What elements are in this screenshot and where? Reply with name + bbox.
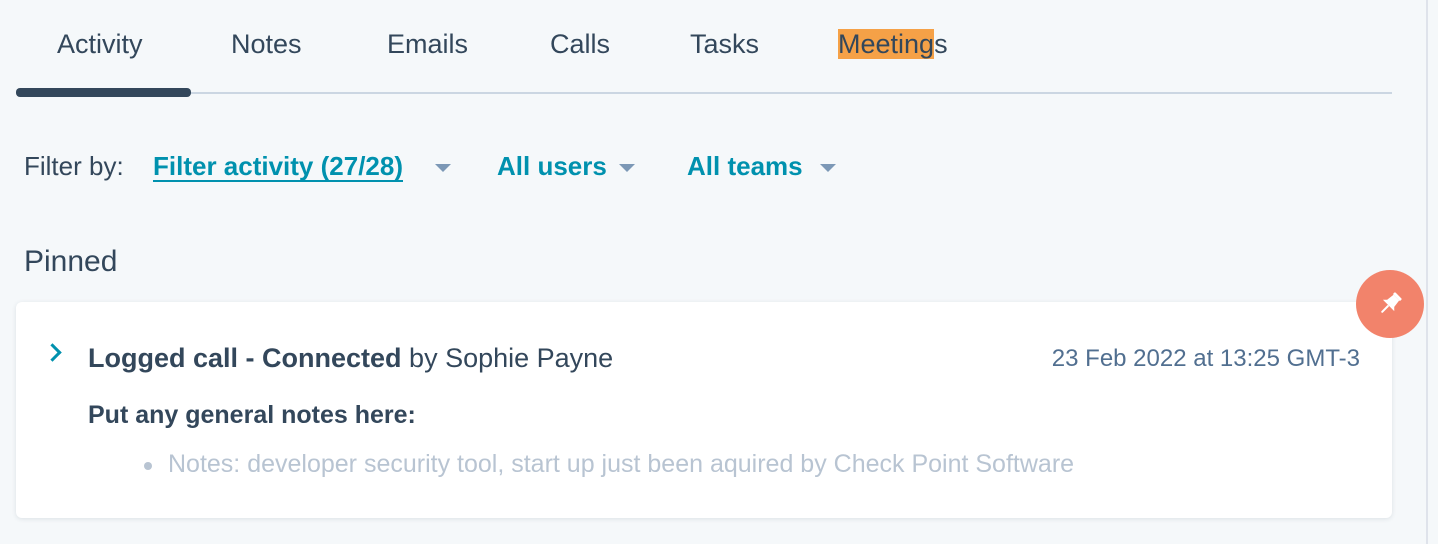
filter-activity-dropdown[interactable]: Filter activity (27/28)	[153, 146, 403, 186]
tab-calls[interactable]: Calls	[550, 26, 610, 62]
tabs-baseline	[16, 92, 1392, 94]
card-notes-heading: Put any general notes here:	[88, 401, 416, 429]
chevron-down-icon[interactable]	[820, 164, 836, 172]
active-tab-indicator	[16, 88, 191, 97]
chevron-right-icon[interactable]	[43, 343, 62, 362]
tab-tasks[interactable]: Tasks	[690, 26, 759, 62]
search-highlight: Meeting	[838, 29, 935, 59]
pinned-activity-card: Logged call - Connected by Sophie Payne …	[16, 302, 1392, 518]
card-title[interactable]: Logged call - Connected by Sophie Payne	[88, 340, 613, 376]
chevron-down-icon[interactable]	[619, 164, 635, 172]
tab-meetings[interactable]: Meetings	[838, 26, 948, 62]
pin-button[interactable]	[1356, 270, 1424, 338]
all-users-dropdown[interactable]: All users	[497, 146, 607, 186]
card-timestamp: 23 Feb 2022 at 13:25 GMT-3	[1051, 345, 1360, 372]
pin-icon	[1381, 292, 1402, 313]
card-title-type: Logged call - Connected	[88, 343, 402, 373]
tab-meetings-rest: s	[934, 29, 948, 59]
card-note-text: Notes: developer security tool, start up…	[168, 450, 1075, 478]
tab-emails[interactable]: Emails	[387, 26, 468, 62]
all-teams-dropdown[interactable]: All teams	[687, 146, 803, 186]
tab-activity[interactable]: Activity	[57, 26, 143, 62]
pinned-heading: Pinned	[24, 245, 118, 278]
card-title-author: by Sophie Payne	[409, 343, 614, 373]
bullet-icon	[144, 462, 152, 470]
chevron-down-icon[interactable]	[435, 164, 451, 172]
activity-tabs: Activity Notes Emails Calls Tasks Meetin…	[16, 0, 1392, 97]
filter-label: Filter by:	[24, 151, 124, 181]
tab-notes[interactable]: Notes	[231, 26, 302, 62]
panel-divider	[1426, 0, 1428, 544]
